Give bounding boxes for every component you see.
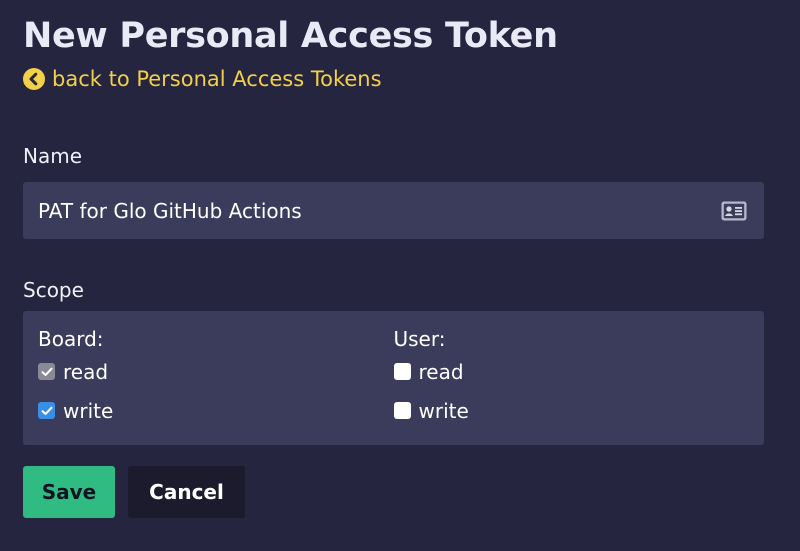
board-write-label: write xyxy=(63,398,114,423)
back-link-label: back to Personal Access Tokens xyxy=(52,67,382,91)
board-read-row[interactable]: read xyxy=(38,358,394,385)
user-scope-title: User: xyxy=(393,327,446,351)
name-label: Name xyxy=(23,144,83,168)
board-write-row[interactable]: write xyxy=(38,397,394,424)
user-read-row[interactable]: read xyxy=(393,358,750,385)
user-write-row[interactable]: write xyxy=(393,397,750,424)
checkmark-icon xyxy=(41,367,52,376)
new-token-page: New Personal Access Token back to Person… xyxy=(0,0,800,551)
board-scope-group: Board: read write xyxy=(38,326,394,430)
form-actions: Save Cancel xyxy=(23,466,777,518)
board-scope-title: Board: xyxy=(38,327,104,351)
name-input[interactable] xyxy=(38,198,704,223)
board-read-label: read xyxy=(63,359,109,384)
id-card-icon xyxy=(721,201,747,221)
board-read-checkbox[interactable] xyxy=(38,363,55,380)
user-write-label: write xyxy=(418,398,469,423)
save-button[interactable]: Save xyxy=(23,466,115,518)
user-scope-group: User: read write xyxy=(393,326,750,430)
cancel-button[interactable]: Cancel xyxy=(128,466,245,518)
user-read-label: read xyxy=(418,359,464,384)
checkmark-icon xyxy=(41,406,52,415)
board-write-checkbox[interactable] xyxy=(38,402,55,419)
chevron-left-circle-icon xyxy=(23,68,45,90)
name-field-container[interactable] xyxy=(23,182,764,239)
user-write-checkbox[interactable] xyxy=(393,402,411,419)
back-to-tokens-link[interactable]: back to Personal Access Tokens xyxy=(23,65,382,93)
scope-label: Scope xyxy=(23,278,84,302)
scope-panel: Board: read write User: read write xyxy=(23,311,764,445)
page-title: New Personal Access Token xyxy=(23,16,558,56)
user-read-checkbox[interactable] xyxy=(393,363,411,380)
